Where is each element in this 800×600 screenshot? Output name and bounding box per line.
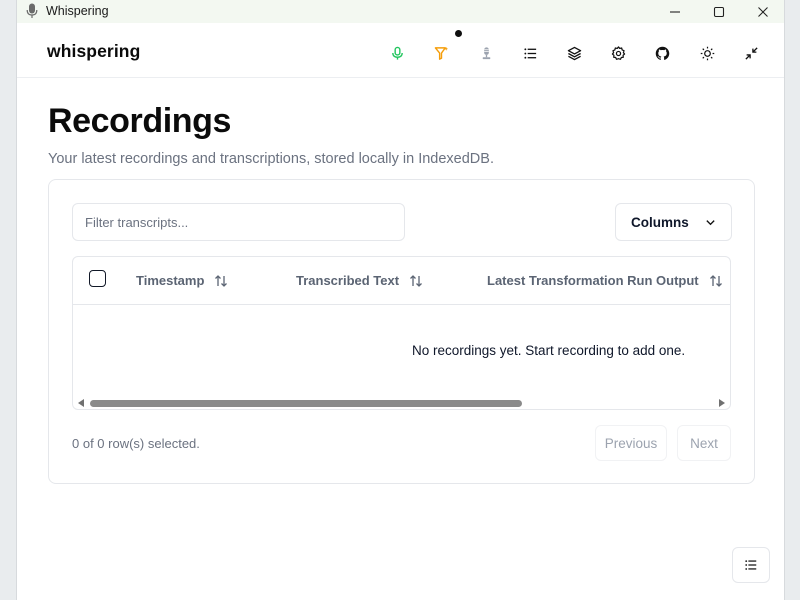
page-subtitle: Your latest recordings and transcription…	[48, 151, 494, 167]
sort-arrows-icon	[709, 274, 722, 287]
app-window: Whispering whispering Recordings Your la…	[16, 0, 785, 600]
recording-indicator	[455, 30, 462, 37]
brand-logo-text: whispering	[47, 41, 141, 61]
minimize-icon	[670, 10, 680, 13]
minimize-view-button[interactable]	[737, 39, 765, 67]
mic-stand-icon	[482, 46, 490, 59]
horizontal-scrollbar[interactable]	[73, 396, 730, 409]
columns-dropdown-button[interactable]: Columns	[615, 203, 732, 241]
column-header-timestamp[interactable]: Timestamp	[136, 273, 228, 288]
floating-list-button[interactable]	[732, 547, 770, 583]
maximize-icon	[713, 6, 725, 17]
next-page-button[interactable]: Next	[677, 425, 731, 461]
microphone-icon	[391, 46, 403, 60]
empty-state-message: No recordings yet. Start recording to ad…	[412, 343, 686, 358]
previous-button-label: Previous	[604, 435, 658, 451]
table-header-row: Timestamp Transcribed Text Latest Transf…	[73, 257, 730, 305]
microphone-settings-button[interactable]	[472, 39, 500, 67]
column-header-label: Transcribed Text	[296, 273, 400, 288]
recordings-table: Timestamp Transcribed Text Latest Transf…	[72, 256, 731, 410]
column-header-transformation-output[interactable]: Latest Transformation Run Output	[487, 273, 723, 288]
github-link-button[interactable]	[648, 39, 676, 67]
scrollbar-thumb[interactable]	[90, 400, 522, 407]
recordings-card: Columns Timestamp Transcribed Text	[48, 179, 755, 484]
transformations-button[interactable]	[427, 39, 455, 67]
list-icon	[523, 47, 536, 59]
column-header-label: Timestamp	[136, 273, 205, 288]
scroll-right-arrow[interactable]	[719, 399, 725, 407]
rows-selected-count: 0 of 0 row(s) selected.	[72, 436, 200, 451]
next-button-label: Next	[690, 435, 718, 451]
close-button[interactable]	[741, 0, 785, 23]
sun-icon	[700, 46, 714, 60]
columns-button-label: Columns	[631, 214, 689, 230]
recordings-list-button[interactable]	[516, 39, 544, 67]
sort-arrows-icon	[410, 274, 423, 287]
scroll-left-arrow[interactable]	[78, 399, 84, 407]
list-icon	[745, 560, 757, 570]
filter-transcripts-input[interactable]	[72, 203, 405, 241]
window-title: Whispering	[46, 4, 109, 18]
close-icon	[758, 6, 768, 17]
app-mic-icon	[26, 3, 38, 18]
record-button[interactable]	[383, 39, 411, 67]
theme-toggle-button[interactable]	[693, 39, 721, 67]
select-all-checkbox[interactable]	[89, 270, 106, 287]
column-header-label: Latest Transformation Run Output	[487, 273, 699, 288]
transformations-layers-button[interactable]	[560, 39, 588, 67]
filter-icon	[434, 46, 448, 60]
maximize-button[interactable]	[697, 0, 741, 23]
minimize-arrows-icon	[744, 46, 758, 60]
app-header: whispering	[17, 23, 784, 78]
minimize-button[interactable]	[653, 0, 697, 23]
github-icon	[655, 46, 669, 60]
previous-page-button[interactable]: Previous	[595, 425, 667, 461]
title-bar: Whispering	[17, 0, 784, 23]
layers-icon	[567, 46, 581, 60]
settings-icon	[611, 45, 625, 60]
settings-button[interactable]	[604, 39, 632, 67]
page-title: Recordings	[48, 102, 232, 140]
sort-arrows-icon	[215, 274, 228, 287]
chevron-down-icon	[706, 220, 715, 226]
column-header-transcribed-text[interactable]: Transcribed Text	[296, 273, 423, 288]
